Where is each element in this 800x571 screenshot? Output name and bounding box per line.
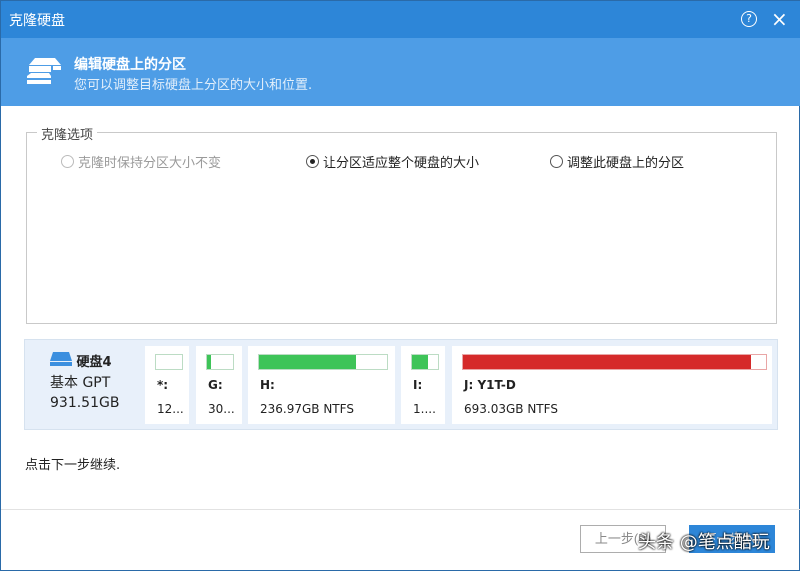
usage-fill <box>259 355 357 369</box>
radio-icon <box>61 155 74 168</box>
header-subtitle: 您可以调整目标硬盘上分区的大小和位置. <box>74 78 313 93</box>
partition-info: 693.03GB NTFS <box>464 402 558 416</box>
radio-icon[interactable] <box>550 155 563 168</box>
option-label: 调整此硬盘上的分区 <box>567 156 685 171</box>
partition-info: 236.97GB NTFS <box>260 402 354 416</box>
usage-fill <box>207 355 211 369</box>
radio-icon[interactable] <box>306 155 319 168</box>
option-label: 让分区适应整个硬盘的大小 <box>323 156 480 171</box>
usage-fill <box>463 355 751 369</box>
clone-options-group: 克隆选项 克隆时保持分区大小不变 让分区适应整个硬盘的大小 调整此硬盘上的分区 <box>26 124 777 324</box>
partition-info: 12... <box>157 402 184 416</box>
partition-letter: G: <box>208 378 223 392</box>
disk-name: 硬盘4 <box>76 355 112 370</box>
disk-info: 硬盘4 基本 GPT 931.51GB <box>50 352 119 413</box>
close-icon[interactable]: × <box>771 7 788 31</box>
step-header: 编辑硬盘上的分区 您可以调整目标硬盘上分区的大小和位置. <box>1 38 800 106</box>
window-title: 克隆硬盘 <box>9 13 65 29</box>
disk-map: 硬盘4 基本 GPT 931.51GB *: 12... G: 30... H: 23… <box>24 339 778 430</box>
disk-size: 931.51GB <box>50 395 120 411</box>
partition-info: 1.... <box>413 402 436 416</box>
footer-divider <box>1 509 800 510</box>
partition-h[interactable]: H: 236.97GB NTFS <box>248 346 395 424</box>
group-legend: 克隆选项 <box>37 124 98 143</box>
help-icon[interactable]: ? <box>741 11 757 27</box>
partition-letter: H: <box>260 378 275 392</box>
partition-letter: I: <box>413 378 423 392</box>
partition-icon <box>27 58 61 84</box>
option-keep-size: 克隆时保持分区大小不变 <box>61 152 221 171</box>
partition-g[interactable]: G: 30... <box>196 346 242 424</box>
option-label: 克隆时保持分区大小不变 <box>78 156 222 171</box>
header-title: 编辑硬盘上的分区 <box>74 57 186 73</box>
watermark: 头条 @笔点酷玩 <box>638 532 770 553</box>
partition-i[interactable]: I: 1.... <box>401 346 445 424</box>
usage-fill <box>412 355 428 369</box>
partition-star[interactable]: *: 12... <box>145 346 189 424</box>
disk-icon <box>50 352 72 366</box>
hint-text: 点击下一步继续. <box>25 458 121 473</box>
title-bar: 克隆硬盘 ? × <box>1 1 800 38</box>
option-adjust-partitions[interactable]: 调整此硬盘上的分区 <box>550 152 684 171</box>
partition-info: 30... <box>208 402 235 416</box>
disk-type: 基本 GPT <box>50 375 111 391</box>
partition-letter: *: <box>157 378 169 392</box>
option-fit-disk[interactable]: 让分区适应整个硬盘的大小 <box>306 152 479 171</box>
partition-j[interactable]: J: Y1T-D 693.03GB NTFS <box>452 346 772 424</box>
partition-letter: J: Y1T-D <box>464 378 516 392</box>
